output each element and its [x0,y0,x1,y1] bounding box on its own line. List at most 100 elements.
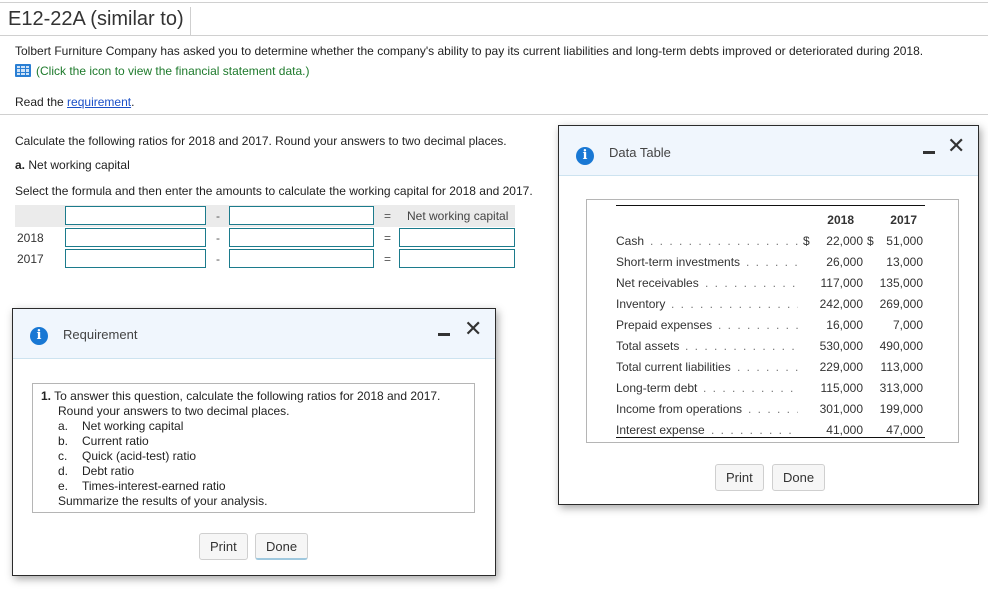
close-icon[interactable]: ✕ [464,318,482,340]
value-2017: 269,000 [879,297,923,311]
item-text: Quick (acid-test) ratio [82,449,197,463]
amount-input-2018-a[interactable] [65,228,206,247]
formula-row-2018: 2018 - = [15,227,515,249]
equals-sign: = [384,231,392,245]
part-heading: a. Net working capital [15,158,130,172]
value-2017: 490,000 [879,339,923,353]
part-letter: a. [15,158,26,172]
row-label: Short-term investments [616,255,741,269]
currency-symbol: $ [867,234,874,248]
requirement-item: c. Quick (acid-test) ratio [41,449,466,464]
amount-input-2017-a[interactable] [65,249,206,268]
amount-input-2017-b[interactable] [229,249,374,268]
leader-dots: . . . . . . . . . . . . . . . . . . . . … [705,276,798,290]
value-2017: 51,000 [886,234,923,248]
table-row: Net receivables . . . . . . . . . . . . .… [616,273,925,294]
row-label: Interest expense [616,423,705,437]
leader-dots: . . . . . . . . . . . . . . . . . . . . … [671,297,798,311]
data-table-icon[interactable] [15,64,31,77]
formula-prompt: Select the formula and then enter the am… [15,184,533,198]
year-label: 2017 [17,252,44,266]
part-title: Net working capital [25,158,130,172]
info-icon: i [30,327,48,345]
divider [0,114,988,115]
column-header-2017: 2017 [890,213,917,227]
requirement-content: 1. To answer this question, calculate th… [32,383,475,513]
leader-dots: . . . . . . . . . . . . . . . . . . . . … [718,318,798,332]
item-letter: c. [58,449,68,463]
requirement-line1: 1. To answer this question, calculate th… [41,389,466,404]
formula-first-term-select[interactable] [65,206,206,225]
row-label: Net receivables [616,276,699,290]
formula-row-2017: 2017 - = [15,248,515,270]
leader-dots: . . . . . . . . . . . . . . . . . . . . … [746,255,798,269]
value-2017: 47,000 [886,423,923,437]
read-suffix: . [131,95,135,109]
value-2018: 301,000 [819,402,863,416]
table-row: Long-term debt . . . . . . . . . . . . . … [616,378,925,399]
minimize-icon[interactable] [923,151,935,154]
instructions: Calculate the following ratios for 2018 … [15,134,507,148]
result-input-2018[interactable] [399,228,515,247]
requirement-dialog: i Requirement ✕ 1. To answer this questi… [12,308,496,576]
amount-input-2018-b[interactable] [229,228,374,247]
item-text: Times-interest-earned ratio [82,479,226,493]
requirement-text: To answer this question, calculate the f… [54,389,441,403]
value-2018: 229,000 [819,360,863,374]
value-2018: 16,000 [826,318,863,332]
value-2017: 13,000 [886,255,923,269]
info-icon: i [576,147,594,165]
print-button[interactable]: Print [715,464,764,491]
equals-sign: = [384,252,392,266]
done-button[interactable]: Done [255,533,309,560]
row-label: Total current liabilities [616,360,731,374]
table-row: Inventory . . . . . . . . . . . . . . . .… [616,294,925,315]
item-letter: a. [58,419,69,433]
currency-symbol: $ [803,234,810,248]
requirement-link[interactable]: requirement [67,95,131,109]
done-button[interactable]: Done [772,464,826,491]
requirement-line2: Round your answers to two decimal places… [58,404,290,418]
read-requirement: Read the requirement. [15,95,134,109]
minimize-icon[interactable] [438,333,450,336]
close-icon[interactable]: ✕ [947,135,965,157]
data-table-frame: 2018 2017 Cash . . . . . . . . . . . . . … [586,199,959,443]
value-2017: 313,000 [879,381,923,395]
table-bottom-rule [616,437,925,438]
value-2018: 41,000 [826,423,863,437]
leader-dots: . . . . . . . . . . . . . . . . . . . . … [737,360,798,374]
row-label: Prepaid expenses [616,318,713,332]
row-label: Total assets [616,339,680,353]
result-label: Net working capital [407,209,509,223]
value-2018: 115,000 [820,381,864,395]
print-button[interactable]: Print [199,533,248,560]
result-input-2017[interactable] [399,249,515,268]
title-bar: E12-22A (similar to) [0,3,988,35]
data-link-text[interactable]: (Click the icon to view the financial st… [36,64,309,78]
value-2018: 242,000 [819,297,863,311]
data-table-dialog: i Data Table ✕ 2018 2017 Cash . . . . . .… [558,125,979,505]
row-label: Inventory [616,297,666,311]
data-table-dialog-header: i Data Table ✕ [559,126,978,176]
requirement-dialog-header: i Requirement ✕ [13,309,495,359]
requirement-dialog-title: Requirement [63,327,138,342]
table-header-row: 2018 2017 [616,210,925,231]
minus-sign: - [216,209,220,223]
value-2018: 117,000 [820,276,864,290]
requirement-item: b. Current ratio [41,434,466,449]
divider [0,35,988,36]
leader-dots: . . . . . . . . . . . . . . . . . . . . … [711,423,798,437]
requirement-summary: Summarize the results of your analysis. [58,494,268,508]
requirement-item: d. Debt ratio [41,464,466,479]
requirement-item: a. Net working capital [41,419,466,434]
formula-header-row: - = Net working capital [15,205,515,227]
value-2018: 530,000 [819,339,863,353]
value-2017: 113,000 [880,360,924,374]
formula-second-term-select[interactable] [229,206,374,225]
read-prefix: Read the [15,95,68,109]
item-letter: d. [58,464,69,478]
leader-dots: . . . . . . . . . . . . . . . . . . . . … [685,339,798,353]
row-label: Income from operations [616,402,743,416]
leader-dots: . . . . . . . . . . . . . . . . . . . . … [650,234,798,248]
minus-sign: - [216,252,220,266]
